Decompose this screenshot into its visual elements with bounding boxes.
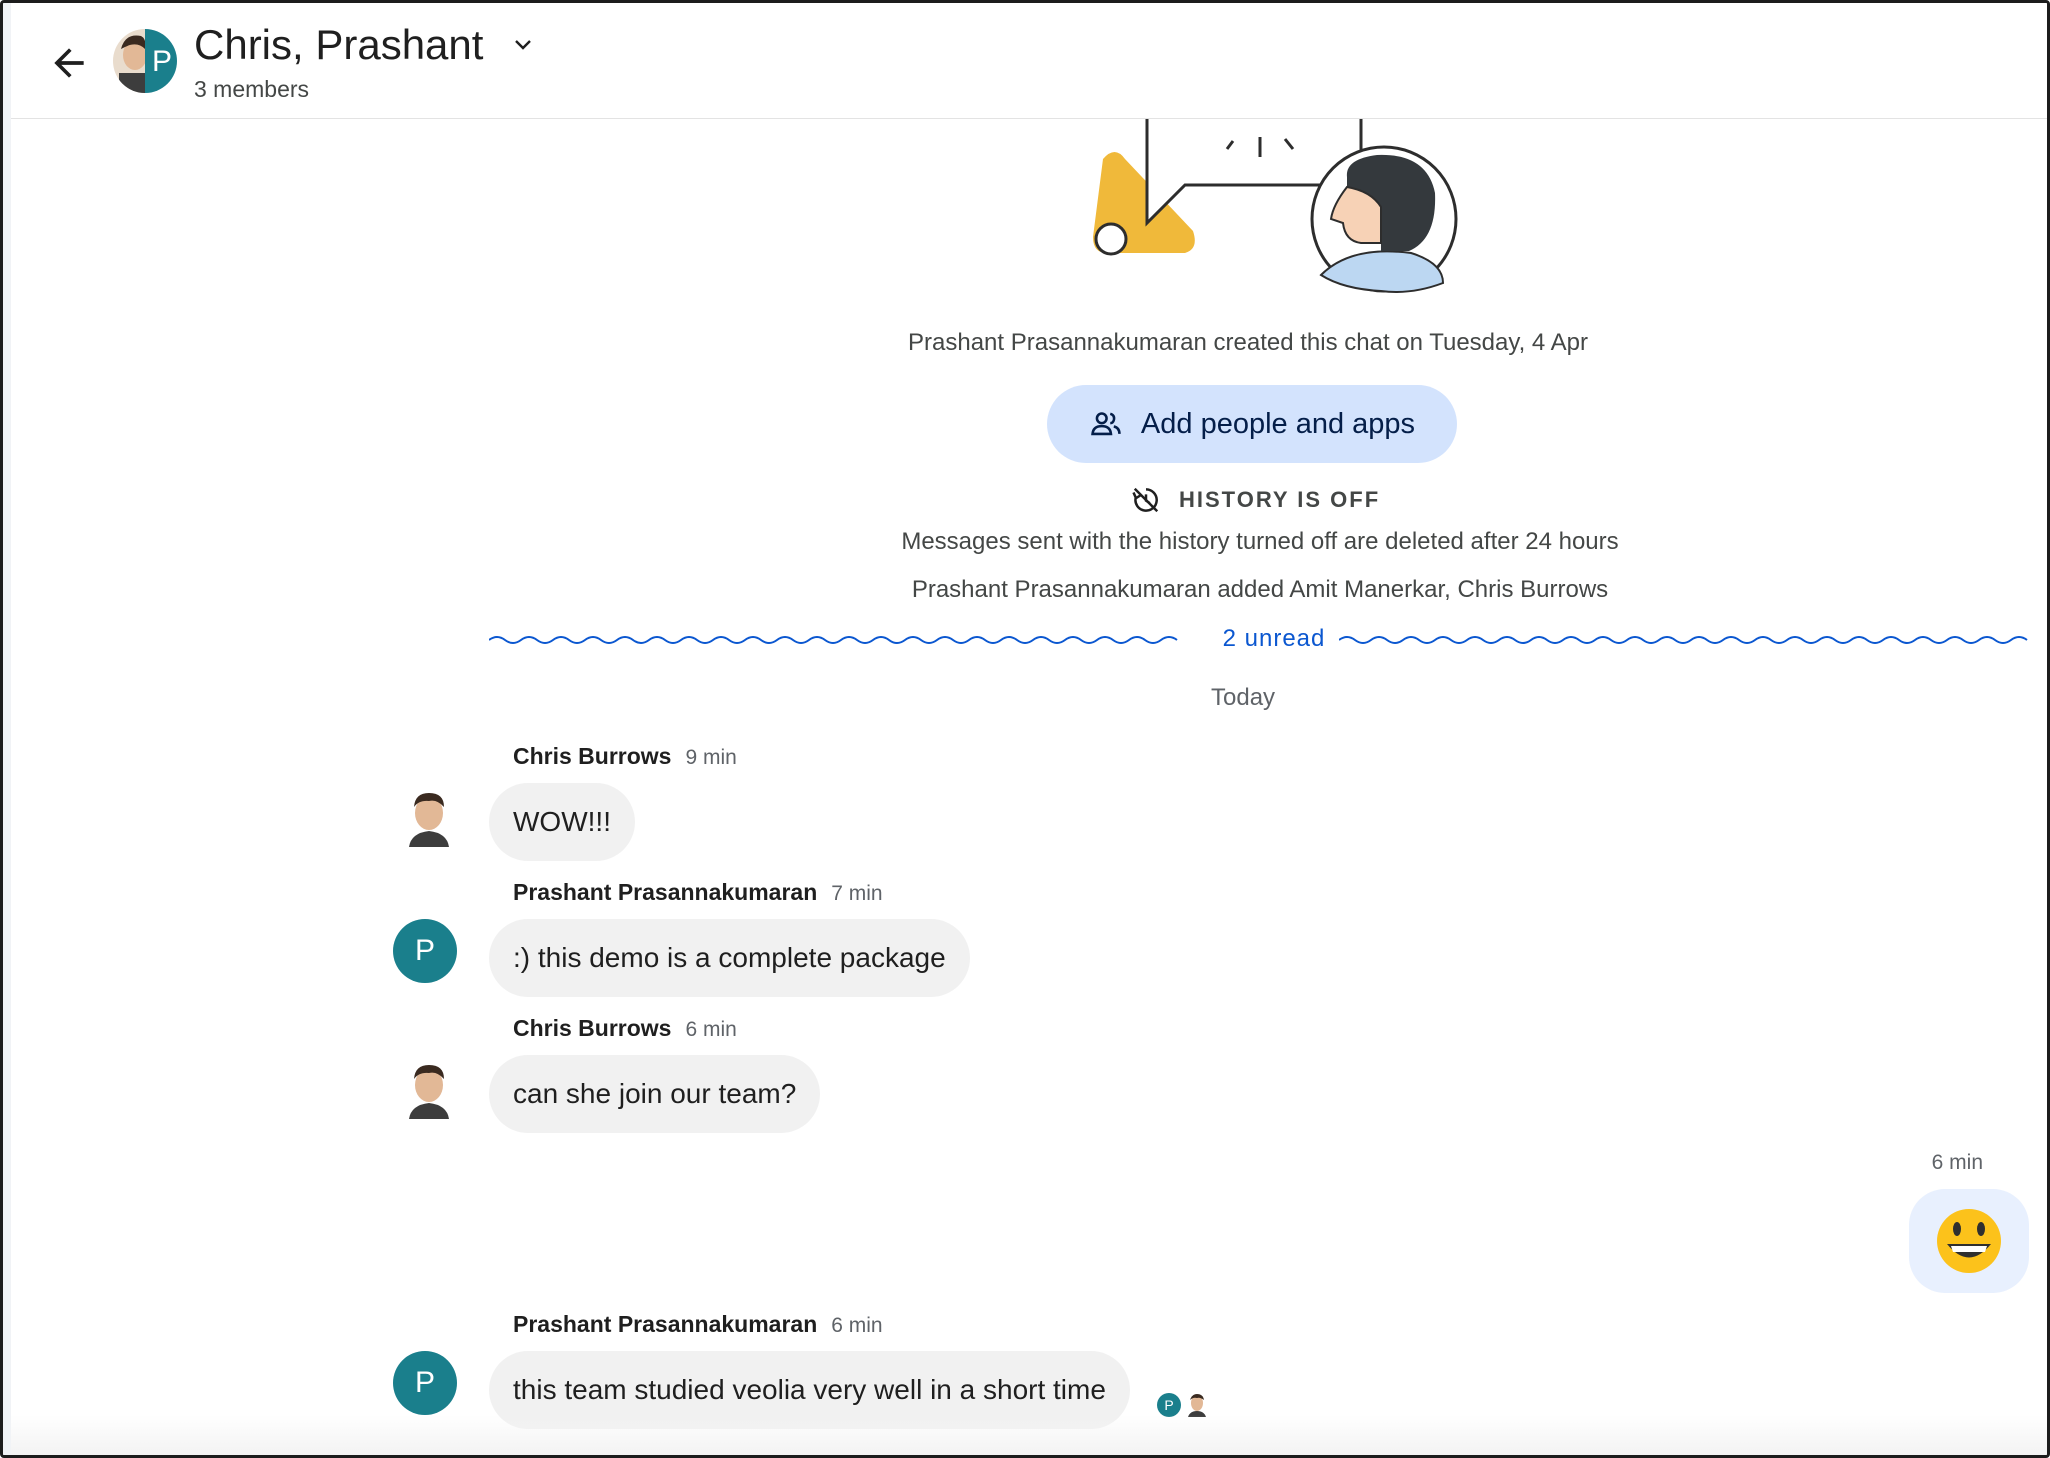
history-description: Messages sent with the history turned of… [901,528,1619,555]
message-header: Chris Burrows 6 min [513,1015,737,1042]
unread-divider: 2 unread [489,625,2029,655]
date-divider: Today [1211,684,1276,711]
sender-name[interactable]: Chris Burrows [513,1015,671,1041]
message-bubble[interactable]: :) this demo is a complete package [489,919,970,997]
members-added-notice: Prashant Prasannakumaran added Amit Mane… [911,576,1609,603]
message-time: 6 min [831,1314,883,1337]
message-time: 9 min [685,746,737,769]
message-time: 6 min [685,1018,737,1041]
read-receipt-initial: P [1164,1397,1173,1413]
message-time: 6 min [1931,1151,1983,1174]
sender-name[interactable]: Prashant Prasannakumaran [513,1311,817,1337]
self-message-bubble[interactable] [1909,1189,2029,1293]
chat-content: Prashant Prasannakumaran created this ch… [11,119,2047,1455]
member-count[interactable]: 3 members [194,76,309,103]
scroll-fade [11,1415,2047,1455]
message-header: Prashant Prasannakumaran 7 min [513,879,883,906]
avatar-prashant[interactable]: P [393,1351,457,1415]
message-bubble[interactable]: can she join our team? [489,1055,821,1133]
chevron-down-icon [515,40,531,50]
avatar-chris[interactable] [397,783,461,847]
side-strip [3,3,11,1455]
unread-wave-left [489,636,1178,644]
history-off-icon [1132,487,1159,513]
sender-name[interactable]: Chris Burrows [513,743,671,769]
message-time: 7 min [831,882,883,905]
unread-wave-right [1339,636,2028,644]
add-people-button[interactable]: Add people and apps [1047,385,1457,463]
message-header: Chris Burrows 9 min [513,743,737,770]
add-people-label: Add people and apps [1140,407,1416,440]
history-status: HISTORY IS OFF [1131,485,1380,515]
avatar-initial: P [152,45,172,78]
chat-title[interactable]: Chris, Prashant [194,21,483,69]
message-bubble[interactable]: WOW!!! [489,783,635,861]
avatar-chris[interactable] [397,1055,461,1119]
title-dropdown[interactable] [511,33,535,57]
message-header: Prashant Prasannakumaran 6 min [513,1311,883,1338]
history-title: HISTORY IS OFF [1179,487,1381,512]
people-icon [1091,412,1121,436]
avatar-prashant[interactable]: P [393,919,457,983]
chat-window: P Chris, Prashant 3 members Prashant Pra… [0,0,2050,1458]
back-button[interactable] [47,41,91,85]
grinning-face-emoji [1937,1209,2001,1273]
chat-header: P Chris, Prashant 3 members [11,3,2047,119]
sender-name[interactable]: Prashant Prasannakumaran [513,879,817,905]
group-avatar[interactable]: P [111,27,183,95]
unread-count: 2 unread [1222,625,1326,652]
arrow-left-icon [54,48,84,78]
created-notice: Prashant Prasannakumaran created this ch… [908,329,1588,356]
chat-illustration [1093,119,1458,293]
